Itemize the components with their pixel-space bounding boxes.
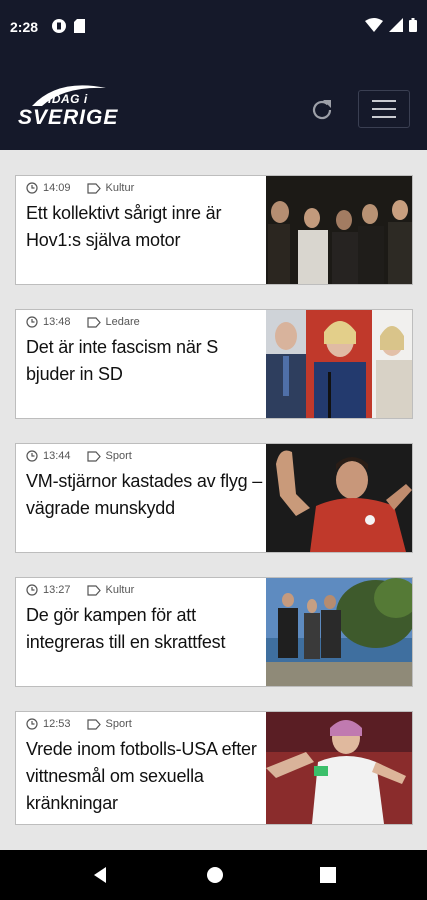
clock-icon — [26, 584, 38, 596]
article-time: 14:09 — [43, 182, 71, 194]
article-meta: 13:44 Sport — [26, 450, 266, 462]
article-card[interactable]: 13:27 Kultur De gör kampen för att integ… — [15, 577, 413, 687]
back-icon[interactable] — [92, 866, 110, 884]
recents-icon[interactable] — [319, 867, 336, 883]
article-category: Kultur — [105, 584, 135, 596]
menu-bar — [372, 108, 396, 110]
article-headline[interactable]: De gör kampen för att integreras till en… — [26, 602, 266, 656]
article-headline[interactable]: VM-stjärnor kastades av flyg – vägrade m… — [26, 468, 266, 522]
article-thumbnail[interactable] — [266, 310, 412, 418]
clock-icon — [26, 718, 38, 730]
logo[interactable]: IDAG i SVERIGE — [18, 82, 130, 138]
article-headline[interactable]: Vrede inom fotbolls-USA efter vittnesmål… — [26, 736, 266, 817]
article-card[interactable]: 13:48 Ledare Det är inte fascism när S b… — [15, 309, 413, 419]
article-time: 13:44 — [43, 450, 71, 462]
article-card[interactable]: 12:53 Sport Vrede inom fotbolls-USA efte… — [15, 711, 413, 825]
cell-signal-icon — [389, 18, 403, 32]
article-category: Ledare — [105, 316, 140, 328]
refresh-button[interactable] — [306, 94, 338, 126]
article-thumbnail[interactable] — [266, 712, 412, 824]
article-time: 12:53 — [43, 718, 71, 730]
menu-bar — [372, 116, 396, 118]
article-meta: 14:09 Kultur — [26, 182, 266, 194]
article-thumbnail[interactable] — [266, 444, 412, 552]
article-headline[interactable]: Ett kollektivt sårigt inre är Hov1:s sjä… — [26, 200, 266, 254]
article-category: Kultur — [105, 182, 135, 194]
article-thumbnail[interactable] — [266, 176, 412, 284]
article-card[interactable]: 13:44 Sport VM-stjärnor kastades av flyg… — [15, 443, 413, 553]
logo-small-text: IDAG i — [48, 92, 88, 106]
app-notification-icon — [52, 19, 66, 33]
article-meta: 12:53 Sport — [26, 718, 266, 730]
menu-button[interactable] — [358, 90, 410, 128]
article-headline[interactable]: Det är inte fascism när S bjuder in SD — [26, 334, 266, 388]
article-thumbnail[interactable] — [266, 578, 412, 686]
refresh-icon — [312, 100, 332, 120]
logo-big-text: SVERIGE — [18, 106, 119, 129]
article-meta: 13:48 Ledare — [26, 316, 266, 328]
home-icon[interactable] — [206, 866, 224, 884]
article-card[interactable]: 14:09 Kultur Ett kollektivt sårigt inre … — [15, 175, 413, 285]
tag-icon — [86, 718, 101, 730]
menu-bar — [372, 100, 396, 102]
battery-icon — [409, 18, 417, 32]
clock-icon — [26, 450, 38, 462]
app-header: IDAG i SVERIGE — [0, 56, 427, 150]
clock-icon — [26, 182, 38, 194]
status-bar: 2:28 — [0, 0, 427, 56]
tag-icon — [86, 584, 101, 596]
tag-icon — [86, 182, 101, 194]
clock-icon — [26, 316, 38, 328]
sd-card-icon — [74, 19, 85, 33]
article-meta: 13:27 Kultur — [26, 584, 266, 596]
article-time: 13:27 — [43, 584, 71, 596]
tag-icon — [86, 450, 101, 462]
article-category: Sport — [105, 718, 132, 730]
system-nav-bar — [0, 850, 427, 900]
article-time: 13:48 — [43, 316, 71, 328]
wifi-icon — [365, 18, 383, 32]
article-category: Sport — [105, 450, 132, 462]
tag-icon — [86, 316, 101, 328]
status-time: 2:28 — [10, 19, 39, 35]
